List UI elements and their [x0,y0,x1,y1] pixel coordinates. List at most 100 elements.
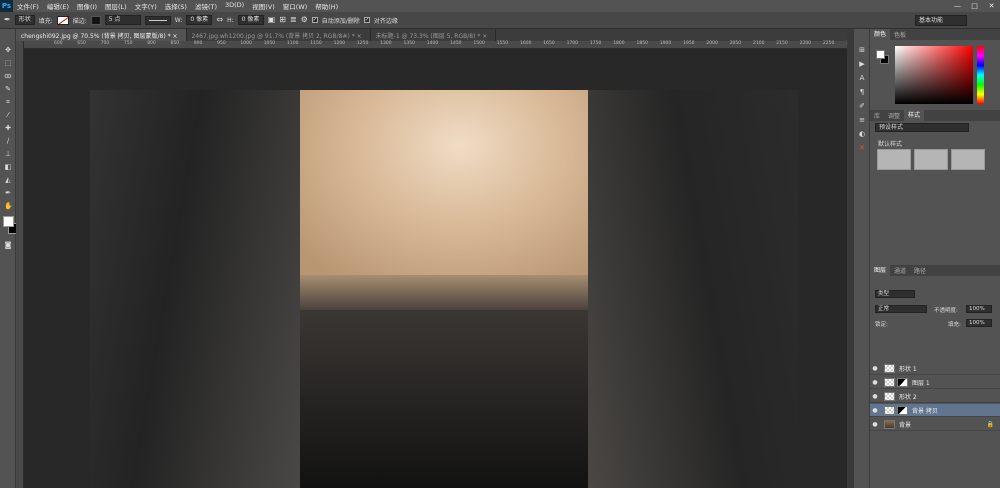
maximize-button[interactable]: □ [966,2,983,10]
visibility-eye-icon[interactable]: ● [870,407,880,414]
path-alignment-icon[interactable]: ⊞ [279,16,286,24]
tab-libraries[interactable]: 库 [870,111,884,120]
width-field[interactable]: 0 像素 [186,15,213,25]
style-preset-3[interactable] [951,149,985,170]
doc-tab-2[interactable]: 2467.jpg.wh1200.jpg @ 91.7% (背景 拷贝 2, RG… [187,29,371,41]
visibility-eye-icon[interactable]: ● [870,421,880,428]
layer-row[interactable]: ● 形状 2 [870,390,1000,403]
hand-tool-icon[interactable]: ✋ [4,202,13,210]
pen-tool-sidebar-icon[interactable]: ✒ [4,189,12,197]
menu-item[interactable]: 图像(I) [73,1,101,11]
menu-item[interactable]: 视图(V) [248,1,279,11]
adjustments-panel-icon[interactable]: ◐ [858,130,866,138]
tab-close-icon[interactable]: × [173,33,178,40]
tab-paths[interactable]: 路径 [910,266,930,275]
menu-item[interactable]: 3D(D) [221,1,248,11]
style-preset-1[interactable] [877,149,911,170]
history-panel-icon[interactable]: ⊞ [858,46,866,54]
menu-item[interactable]: 文件(F) [13,1,43,11]
quick-mask-icon[interactable]: ◙ [4,241,12,249]
blend-mode-select[interactable]: 正常 [875,305,927,313]
paragraph-panel-icon[interactable]: ¶ [858,88,866,96]
stroke-size-field[interactable]: 5 点 [104,15,141,25]
ruler-tick-label: 1300 [380,41,392,46]
doc-tab-3[interactable]: 未标题-1 @ 73.3% (图层 5, RGB/8) * × [371,29,497,41]
hue-slider[interactable] [977,46,984,104]
paint-bucket-tool-icon[interactable]: ◭ [4,176,12,184]
style-preset-2[interactable] [914,149,948,170]
stroke-swatch[interactable] [90,15,101,25]
menu-item[interactable]: 选择(S) [161,1,191,11]
fill-swatch[interactable] [56,15,69,25]
quick-select-tool-icon[interactable]: ✎ [4,85,12,93]
ruler-vertical[interactable] [16,41,24,488]
pen-tool-icon[interactable]: ✒ [4,16,11,24]
workspace-select[interactable]: 基本功能 [915,15,967,26]
brush-presets-icon[interactable]: ✐ [858,102,866,110]
layer-row[interactable]: ● 背景 拷贝 [870,404,1000,417]
color-panel-foreground[interactable] [876,50,885,59]
menu-item[interactable]: 帮助(H) [311,1,342,11]
eraser-tool-icon[interactable]: ◧ [4,163,12,171]
shape-mode-select[interactable]: 形状 [14,15,35,25]
layer-mask-thumbnail[interactable] [897,405,908,415]
tab-styles[interactable]: 样式 [904,110,925,121]
visibility-eye-icon[interactable]: ● [870,379,880,386]
layer-row[interactable]: ● 图层 1 [870,376,1000,389]
link-icon[interactable]: ⇔ [216,16,223,24]
document-image[interactable] [90,90,798,488]
tab-swatches[interactable]: 色板 [890,30,910,39]
visibility-eye-icon[interactable]: ● [870,365,880,372]
height-field[interactable]: 0 像素 [237,15,264,25]
tab-close-icon[interactable]: × [482,33,487,40]
fill-opacity-field[interactable]: 100% [966,319,992,327]
layer-name: 背景 拷贝 [912,407,938,415]
visibility-eye-icon[interactable]: ● [870,393,880,400]
move-tool-icon[interactable]: ✥ [4,46,12,54]
align-edges-checkbox[interactable]: ✓ [363,17,370,23]
opacity-field[interactable]: 100% [966,305,992,313]
tab-layers[interactable]: 图层 [870,265,891,276]
menu-item[interactable]: 窗口(W) [279,1,312,11]
clone-stamp-tool-icon[interactable]: ⊥ [4,150,12,158]
layer-mask-thumbnail[interactable] [897,377,908,387]
auto-add-delete-checkbox[interactable]: ✓ [311,17,318,23]
document-tabs: chengshi092.jpg @ 70.5% (背景 拷贝, 图层蒙版/8) … [16,29,847,41]
tab-close-icon[interactable]: × [357,33,362,40]
brush-tool-icon[interactable]: ∕ [4,137,12,145]
menu-item[interactable]: 滤镜(T) [191,1,221,11]
properties-panel-icon[interactable]: ≡ [858,116,866,124]
eyedropper-tool-icon[interactable]: ⁄ [4,111,12,119]
layer-row[interactable]: ● 形状 1 [870,362,1000,375]
healing-brush-tool-icon[interactable]: ✚ [4,124,12,132]
path-arrangement-icon[interactable]: ≣ [290,16,297,24]
lasso-tool-icon[interactable]: ꝏ [4,72,12,80]
styles-preset-select[interactable]: 预设样式 [875,123,969,132]
minimize-button[interactable]: — [949,2,966,10]
menu-item[interactable]: 编辑(E) [43,1,73,11]
actions-panel-icon[interactable]: ▶ [858,60,866,68]
menu-item[interactable]: 图层(L) [101,1,131,11]
layer-kind-filter[interactable]: 类型 [875,290,915,298]
character-panel-icon[interactable]: A [858,74,866,82]
canvas-area[interactable] [24,49,847,488]
right-panels: 颜色 色板 库 调整 样式 预设样式 默认样式 图层 通道 路径 类型 正常 不… [870,29,1000,488]
tab-adjustments[interactable]: 调整 [884,111,904,120]
menu-item[interactable]: 文字(Y) [131,1,161,11]
marquee-tool-icon[interactable]: ⬚ [4,59,12,67]
doc-tab-1[interactable]: chengshi092.jpg @ 70.5% (背景 拷贝, 图层蒙版/8) … [16,29,187,41]
ruler-tick-label: 1750 [589,41,602,46]
path-operations-icon[interactable]: ▣ [268,16,276,24]
close-button[interactable]: ✕ [983,2,1000,10]
ruler-horizontal[interactable]: 600 650 700 750 800 850 900 950 1000 1050 1100 1150… [24,41,858,49]
tab-channels[interactable]: 通道 [890,266,910,275]
foreground-color-swatch[interactable] [3,216,14,227]
tool-presets-icon[interactable]: ✕ [858,144,866,152]
tab-color[interactable]: 颜色 [870,29,891,40]
crop-tool-icon[interactable]: ⌗ [4,98,12,106]
color-picker-field[interactable] [895,46,973,104]
layer-row[interactable]: ● 背景 🔒 [870,418,1000,431]
layer-thumbnail [884,363,895,373]
gear-icon[interactable]: ⚙ [301,16,308,24]
stroke-type-select[interactable] [144,15,171,25]
